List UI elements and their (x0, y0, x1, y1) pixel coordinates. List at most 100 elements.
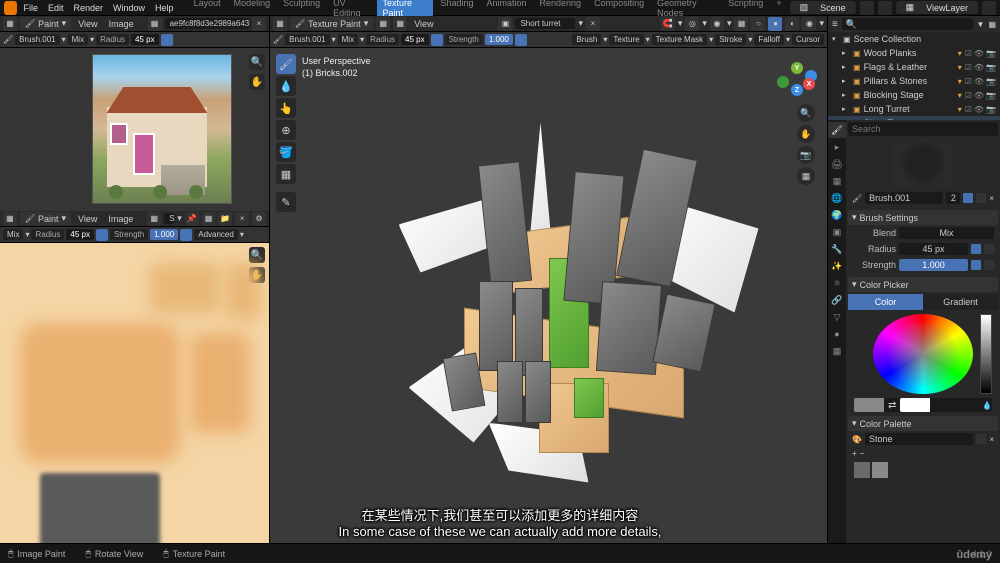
brush-preview[interactable] (893, 138, 953, 188)
pressure-icon[interactable] (180, 229, 192, 241)
render-icon[interactable]: 📷 (986, 105, 996, 114)
menu-view[interactable]: View (410, 18, 437, 30)
brush-settings-header[interactable]: ▾Brush Settings (848, 210, 998, 225)
viewlayer-del-icon[interactable] (982, 1, 996, 15)
open-icon[interactable]: 📁 (218, 212, 232, 226)
texmask-popover[interactable]: Texture Mask (652, 34, 708, 45)
exclude-icon[interactable]: ☑ (965, 63, 972, 72)
color-wheel[interactable] (873, 314, 973, 394)
collection-row[interactable]: ▸▣ Blocking Stage ▾ ☑👁📷 (828, 88, 1000, 102)
data-tab-icon[interactable]: ▽ (828, 309, 846, 325)
stroke-popover[interactable]: Stroke (715, 34, 746, 45)
image-icon[interactable]: ▦ (148, 17, 162, 31)
exclude-icon[interactable]: ☑ (965, 105, 972, 114)
brush-preset-icon[interactable]: 🖌 (273, 35, 283, 44)
pressure-icon[interactable] (971, 244, 981, 254)
color-picker-header[interactable]: ▾Color Picker (848, 277, 998, 292)
output-tab-icon[interactable]: 🖨 (828, 156, 846, 172)
3d-viewport[interactable]: 🖌 💧 👆 ⊕ 🪣 ▦ ✎ User Perspective (1) Brick… (270, 48, 827, 543)
scene-del-icon[interactable] (878, 1, 892, 15)
cursor-popover[interactable]: Cursor (792, 34, 824, 45)
axis-z[interactable]: Z (791, 84, 803, 96)
annotate-tool-icon[interactable]: ✎ (276, 192, 296, 212)
pressure-icon[interactable] (515, 34, 527, 46)
exclude-icon[interactable]: ☑ (965, 91, 972, 100)
brush-unlink-icon[interactable] (976, 193, 986, 203)
object-tab-icon[interactable]: ▣ (828, 224, 846, 240)
brush-users[interactable]: 2 (946, 192, 960, 204)
shading-wireframe-icon[interactable]: ○ (751, 17, 765, 31)
menu-image[interactable]: Image (105, 18, 138, 30)
collection-row[interactable]: ▸▣ Flags & Leather ▾ ☑👁📷 (828, 60, 1000, 74)
exclude-icon[interactable]: ☑ (965, 49, 972, 58)
brush-preset-icon[interactable]: 🖌 (3, 35, 13, 44)
axis-x[interactable]: X (803, 78, 815, 90)
xray-icon[interactable]: ▦ (734, 17, 748, 31)
pressure-icon[interactable] (431, 34, 443, 46)
collection-row[interactable]: ▸▣ Long Turret ▾ ☑👁📷 (828, 102, 1000, 116)
overlay-toggle-icon[interactable]: ◉ (710, 17, 724, 31)
pressure-icon[interactable] (96, 229, 108, 241)
scene-new-icon[interactable] (860, 1, 874, 15)
soften-tool-icon[interactable]: 💧 (276, 76, 296, 96)
outliner-search[interactable] (842, 18, 973, 30)
texture-paint-canvas[interactable]: 🔍 ✋ (0, 243, 269, 543)
mask-icon[interactable]: ▦ (376, 17, 390, 31)
unit-icon[interactable] (984, 260, 994, 270)
mask-icon2[interactable]: ▦ (393, 17, 407, 31)
menu-view[interactable]: View (74, 18, 101, 30)
smear-tool-icon[interactable]: 👆 (276, 98, 296, 118)
shading-solid-icon[interactable]: ● (768, 17, 782, 31)
render-tab-icon[interactable]: ▸ (828, 139, 846, 155)
new-collection-icon[interactable]: ▦ (988, 20, 996, 29)
render-icon[interactable]: 📷 (986, 77, 996, 86)
palette-swatch[interactable] (872, 462, 888, 478)
swap-colors-icon[interactable]: ⇄ (884, 400, 900, 411)
menu-edit[interactable]: Edit (44, 3, 68, 13)
collection-row[interactable]: ▾▣ Scene Collection (828, 32, 1000, 46)
shading-material-icon[interactable]: ◐ (785, 17, 799, 31)
material-tab-icon[interactable]: ● (828, 326, 846, 342)
editor-type-icon[interactable]: ▦ (3, 212, 17, 226)
perspective-icon[interactable]: ▦ (797, 167, 815, 185)
palette-name[interactable]: Stone (865, 433, 973, 445)
blender-logo-icon[interactable] (4, 1, 17, 15)
mode-selector[interactable]: 🖌Paint▾ (20, 212, 71, 225)
pan-icon[interactable]: ✋ (797, 125, 815, 143)
snap-icon[interactable]: 🧲 (661, 17, 675, 31)
menu-file[interactable]: File (19, 3, 42, 13)
palette-new-icon[interactable] (976, 434, 986, 444)
render-icon[interactable]: 📷 (986, 63, 996, 72)
modifier-tab-icon[interactable]: 🔧 (828, 241, 846, 257)
menu-help[interactable]: Help (151, 3, 178, 13)
brush-name[interactable]: Brush.001 (285, 34, 329, 45)
active-tool-tab-icon[interactable]: 🖌 (828, 122, 846, 138)
visibility-icon[interactable]: 👁 (974, 91, 984, 100)
menu-image[interactable]: Image (104, 213, 137, 225)
exclude-icon[interactable]: ☑ (965, 77, 972, 86)
reference-image-panel[interactable]: 🔍 ✋ (0, 48, 269, 211)
eyedropper-icon[interactable]: 💧 (982, 401, 992, 410)
zoom-icon[interactable]: 🔍 (249, 54, 265, 70)
pressure-icon[interactable] (971, 260, 981, 270)
filter-icon[interactable]: ▼ (977, 20, 985, 29)
zoom-icon[interactable]: 🔍 (249, 247, 265, 263)
menu-render[interactable]: Render (70, 3, 108, 13)
viewlayer-selector[interactable]: ▦ViewLayer (896, 1, 978, 14)
advanced-dropdown[interactable]: Advanced (194, 229, 238, 240)
obj-icon[interactable]: ▣ (498, 17, 512, 31)
blend-mode[interactable]: Mix (3, 229, 23, 240)
radius-value[interactable]: 45 px (66, 229, 94, 240)
primary-color-swatch[interactable] (854, 398, 884, 412)
axis-y-neg[interactable] (777, 76, 789, 88)
radius-value[interactable]: 45 px (131, 34, 159, 45)
editor-type-icon[interactable]: ▦ (3, 17, 17, 31)
brush-name[interactable]: Brush.001 (15, 34, 59, 45)
image-icon[interactable]: ▦ (147, 212, 161, 226)
radius-value[interactable]: 45 px (401, 34, 429, 45)
scene-tab-icon[interactable]: 🌐 (828, 190, 846, 206)
constraints-tab-icon[interactable]: 🔗 (828, 292, 846, 308)
brush-popover[interactable]: Brush (572, 34, 601, 45)
shading-rendered-icon[interactable]: ◉ (802, 17, 816, 31)
color-palette-header[interactable]: ▾Color Palette (848, 416, 998, 431)
